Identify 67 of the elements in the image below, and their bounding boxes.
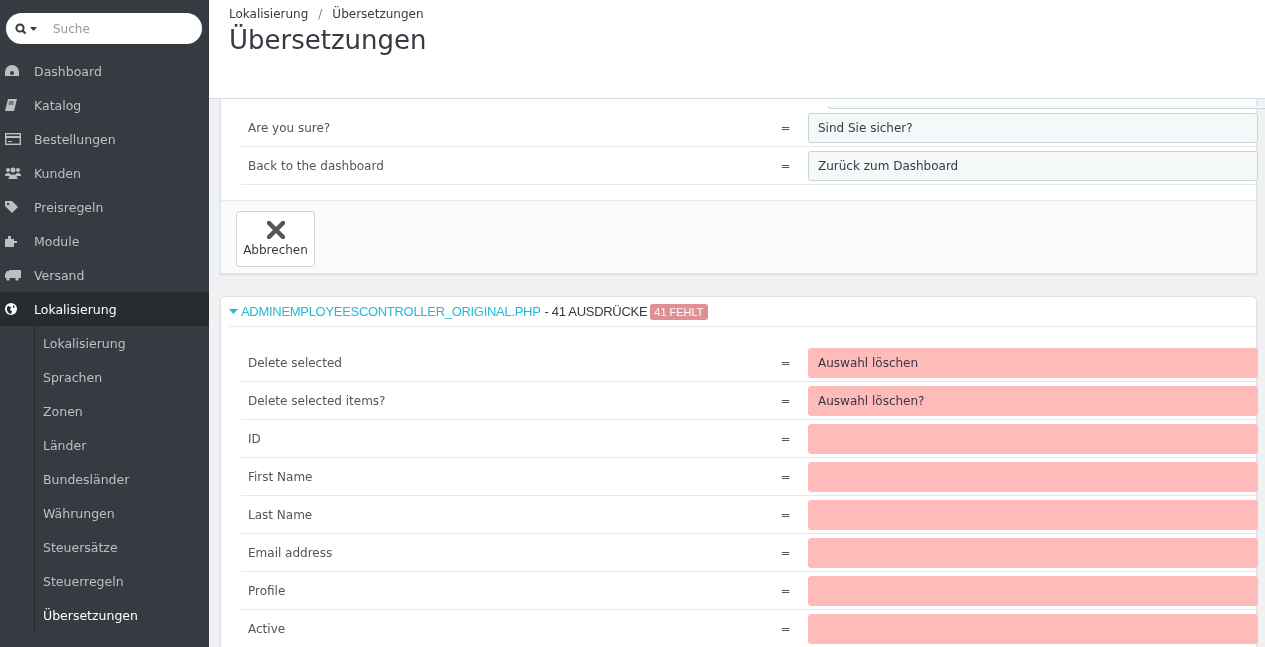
source-text: ID [247, 431, 262, 446]
equals-sign: = [779, 355, 792, 370]
source-text: Email address [247, 545, 334, 560]
equals-sign: = [779, 545, 792, 560]
submenu-item[interactable]: Steuerregeln [35, 564, 209, 598]
breadcrumb-current: Übersetzungen [332, 7, 424, 21]
caret-down-icon [229, 309, 238, 314]
translation-field[interactable] [808, 423, 1258, 454]
input-field[interactable] [828, 106, 1265, 109]
sidebar-item[interactable]: Katalog [0, 88, 209, 122]
sidebar-item[interactable]: Lokalisierung [0, 292, 209, 326]
sidebar-item[interactable]: Module [0, 224, 209, 258]
submenu-item[interactable]: Länder [35, 428, 209, 462]
translation-field[interactable]: Sind Sie sicher? [808, 112, 1258, 143]
translation-field[interactable]: Auswahl löschen [808, 347, 1258, 378]
missing-badge: 41 FEHLT [650, 303, 708, 320]
source-text: Profile [247, 583, 287, 598]
equals-sign: = [779, 507, 792, 522]
translation-field[interactable] [808, 575, 1258, 606]
translation-field[interactable]: Auswahl löschen? [808, 385, 1258, 416]
search-icon [15, 23, 39, 35]
breadcrumb-separator: / [318, 7, 323, 21]
equals-sign: = [779, 583, 792, 598]
source-text: Back to the dashboard [247, 158, 385, 173]
book-icon [5, 99, 17, 111]
source-text: Last Name [247, 507, 314, 522]
page-title: Übersetzungen [229, 25, 428, 55]
equals-sign: = [779, 158, 792, 173]
equals-sign: = [779, 431, 792, 446]
tag-icon [5, 201, 20, 213]
submenu-item[interactable]: Währungen [35, 496, 209, 530]
equals-sign: = [779, 393, 792, 408]
equals-sign: = [779, 621, 792, 636]
users-icon [5, 167, 21, 179]
sidebar-item[interactable]: Bestellungen [0, 122, 209, 156]
puzzle-icon [5, 235, 19, 247]
source-text: First Name [247, 469, 314, 484]
cancel-button[interactable]: Abbrechen [236, 211, 315, 267]
source-text: Delete selected items? [247, 393, 387, 408]
submenu-item[interactable]: Sprachen [35, 360, 209, 394]
submenu-item[interactable]: Steuersätze [35, 530, 209, 564]
breadcrumb-link[interactable]: Lokalisierung [229, 7, 309, 21]
globe-icon [5, 303, 17, 315]
dashboard-icon [5, 65, 19, 77]
submenu-item[interactable]: Lokalisierung [35, 326, 209, 360]
equals-sign: = [779, 120, 792, 135]
search-field[interactable]: Suche [6, 13, 202, 44]
translation-field[interactable] [808, 461, 1258, 492]
translation-field[interactable] [808, 499, 1258, 530]
sidebar-item[interactable]: Versand [0, 258, 209, 292]
submenu-item[interactable]: Übersetzungen [35, 598, 209, 632]
translation-field[interactable] [808, 613, 1258, 644]
equals-sign: = [779, 469, 792, 484]
source-text: Active [247, 621, 287, 636]
source-text: Are you sure? [247, 120, 332, 135]
translation-field[interactable] [808, 537, 1258, 568]
sidebar-item[interactable]: Kunden [0, 156, 209, 190]
sidebar-item[interactable]: Preisregeln [0, 190, 209, 224]
credit-card-icon [5, 133, 21, 145]
truck-icon [5, 269, 21, 281]
submenu-item[interactable]: Zonen [35, 394, 209, 428]
expression-count: - 41 AUSDRÜCKE [544, 304, 648, 319]
close-icon [266, 221, 285, 239]
sidebar-item[interactable]: Dashboard [0, 54, 209, 88]
submenu-item[interactable]: Bundesländer [35, 462, 209, 496]
translation-field[interactable]: Zurück zum Dashboard [808, 150, 1258, 181]
source-text: Delete selected [247, 355, 343, 370]
